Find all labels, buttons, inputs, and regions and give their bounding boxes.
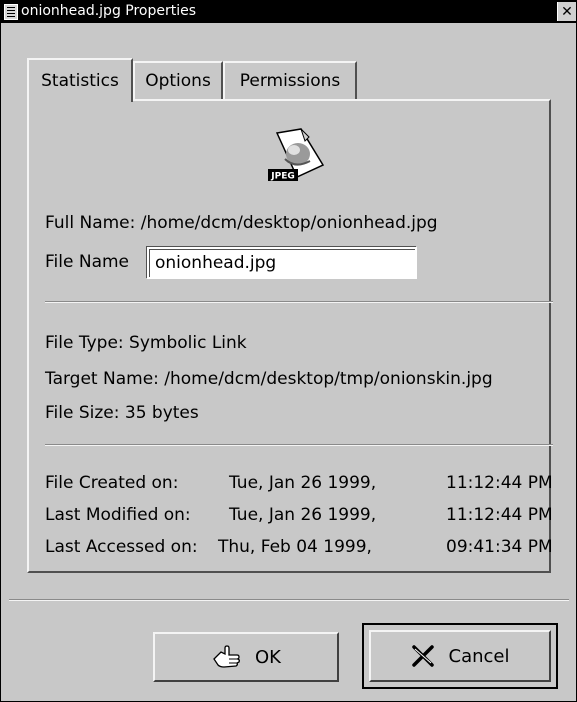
tab-statistics[interactable]: Statistics bbox=[27, 58, 133, 102]
file-name-label: File Name bbox=[45, 252, 130, 272]
close-glyph: ✕ bbox=[561, 3, 573, 20]
modified-time: 11:12:44 PM bbox=[446, 505, 553, 525]
cancel-button[interactable]: Cancel bbox=[369, 630, 551, 682]
title-bar[interactable]: onionhead.jpg Properties ✕ bbox=[1, 1, 576, 23]
full-name-text: Full Name: /home/dcm/desktop/onionhead.j… bbox=[45, 213, 438, 233]
file-type-text: File Type: Symbolic Link bbox=[45, 333, 247, 353]
cancel-label: Cancel bbox=[448, 645, 510, 667]
created-date: Tue, Jan 26 1999, bbox=[229, 473, 377, 493]
tab-options-label: Options bbox=[145, 71, 211, 91]
accessed-label: Last Accessed on: bbox=[45, 537, 198, 557]
modified-label: Last Modified on: bbox=[45, 505, 191, 525]
cancel-x-icon bbox=[411, 644, 435, 668]
close-icon[interactable]: ✕ bbox=[557, 2, 576, 21]
tab-permissions[interactable]: Permissions bbox=[223, 61, 357, 99]
window-title: onionhead.jpg Properties bbox=[21, 3, 197, 19]
target-name-text: Target Name: /home/dcm/desktop/tmp/onion… bbox=[45, 369, 493, 389]
ok-hand-icon bbox=[211, 645, 241, 669]
file-size-text: File Size: 35 bytes bbox=[45, 403, 199, 423]
tab-options[interactable]: Options bbox=[133, 61, 223, 99]
ok-button[interactable]: OK bbox=[153, 632, 339, 682]
divider bbox=[45, 301, 553, 303]
tab-statistics-label: Statistics bbox=[41, 71, 119, 91]
button-area-divider bbox=[9, 599, 569, 601]
accessed-time: 09:41:34 PM bbox=[446, 537, 553, 557]
tab-permissions-label: Permissions bbox=[239, 71, 341, 91]
statistics-panel: JPEG Full Name: /home/dcm/desktop/onionh… bbox=[27, 99, 553, 573]
modified-date: Tue, Jan 26 1999, bbox=[229, 505, 377, 525]
jpeg-file-icon: JPEG bbox=[265, 127, 327, 187]
jpeg-badge-text: JPEG bbox=[270, 172, 294, 182]
file-name-input[interactable]: onionhead.jpg bbox=[147, 247, 417, 279]
properties-dialog: onionhead.jpg Properties ✕ Statistics Op… bbox=[0, 0, 577, 702]
accessed-date: Thu, Feb 04 1999, bbox=[218, 537, 372, 557]
divider bbox=[45, 444, 553, 446]
created-label: File Created on: bbox=[45, 473, 179, 493]
window-menu-icon[interactable] bbox=[4, 4, 18, 20]
created-time: 11:12:44 PM bbox=[446, 473, 553, 493]
ok-label: OK bbox=[255, 646, 281, 668]
